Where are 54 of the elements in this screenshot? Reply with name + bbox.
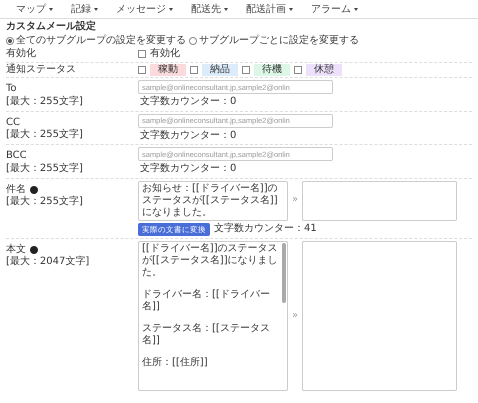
arrow-icon: » (292, 194, 298, 207)
body-textarea[interactable]: [[ドライバー名]]のステータスが[[ステータス名]]になりました。 ドライバー名：[[ドライバー名]] ステータス名：[[ステータス名]] 住所：[[住所]] (138, 240, 288, 391)
help-icon[interactable] (30, 246, 38, 254)
subject-textarea[interactable]: お知らせ：[[ドライバー名]]のステータスが[[ステータス名]]になりました。 (138, 180, 288, 220)
character-counter: 文字数カウンター：41 (214, 222, 317, 236)
nav-menu[interactable]: メッセージ (114, 1, 175, 17)
nav-menu[interactable]: 配送先 (189, 1, 230, 17)
checkbox[interactable] (138, 66, 146, 74)
radio-button[interactable] (6, 36, 14, 45)
scrollbar[interactable] (282, 242, 286, 303)
body-line: ドライバー名：[[ドライバー名]] (142, 288, 271, 313)
help-icon[interactable] (30, 186, 38, 194)
radio-label: サブグループごとに設定を変更する (199, 34, 359, 47)
field-label: 件名 (6, 184, 26, 196)
field-label: 本文 (6, 244, 26, 256)
limit-note: [最大：255文字] (6, 196, 84, 208)
caret-icon (49, 8, 53, 10)
body-line: ステータス名：[[ステータス名]] (142, 322, 271, 347)
arrow-icon: » (292, 310, 298, 322)
checkbox[interactable] (242, 66, 250, 74)
caret-icon (94, 8, 98, 10)
field-label: CC (6, 116, 21, 128)
status-tag: 稼動 (150, 64, 186, 76)
character-counter: 文字数カウンター：0 (139, 96, 238, 108)
status-tag: 納品 (202, 64, 238, 76)
field-label: BCC (6, 150, 28, 162)
caret-icon (169, 8, 173, 10)
body-line: [[ドライバー名]]のステータスが[[ステータス名]]になりました。 (142, 242, 279, 279)
character-counter: 文字数カウンター：0 (139, 163, 238, 176)
caret-icon (224, 8, 228, 10)
checkbox[interactable] (294, 66, 302, 74)
nav-menu[interactable]: 配送計画 (244, 1, 295, 17)
radio-button[interactable] (189, 36, 197, 45)
status-tag: 休憩 (306, 64, 342, 76)
character-counter: 文字数カウンター：0 (139, 130, 238, 142)
nav-menu[interactable]: マップ (14, 1, 55, 17)
field-label: 有効化 (6, 48, 36, 59)
field-label: 通知ステータス (6, 64, 76, 74)
caret-icon (354, 8, 358, 10)
limit-note: [最大：255文字] (6, 96, 84, 108)
radio-label: 全てのサブグループの設定を変更する (16, 34, 186, 47)
nav-menu[interactable]: アラーム (309, 1, 360, 17)
caret-icon (289, 8, 293, 10)
limit-note: [最大：255文字] (6, 129, 84, 142)
checkbox[interactable] (190, 66, 198, 74)
nav-menu[interactable]: 記録 (69, 1, 100, 17)
body-line: 住所：[[住所]] (142, 356, 209, 369)
section-title: カスタムメール設定 (6, 21, 97, 34)
limit-note: [最大：2047文字] (6, 256, 90, 269)
checkbox-label: 有効化 (150, 48, 180, 60)
checkbox[interactable] (138, 50, 146, 58)
status-tag: 待機 (254, 64, 290, 76)
field-label: To (6, 83, 18, 96)
limit-note: [最大：255文字] (6, 162, 84, 175)
